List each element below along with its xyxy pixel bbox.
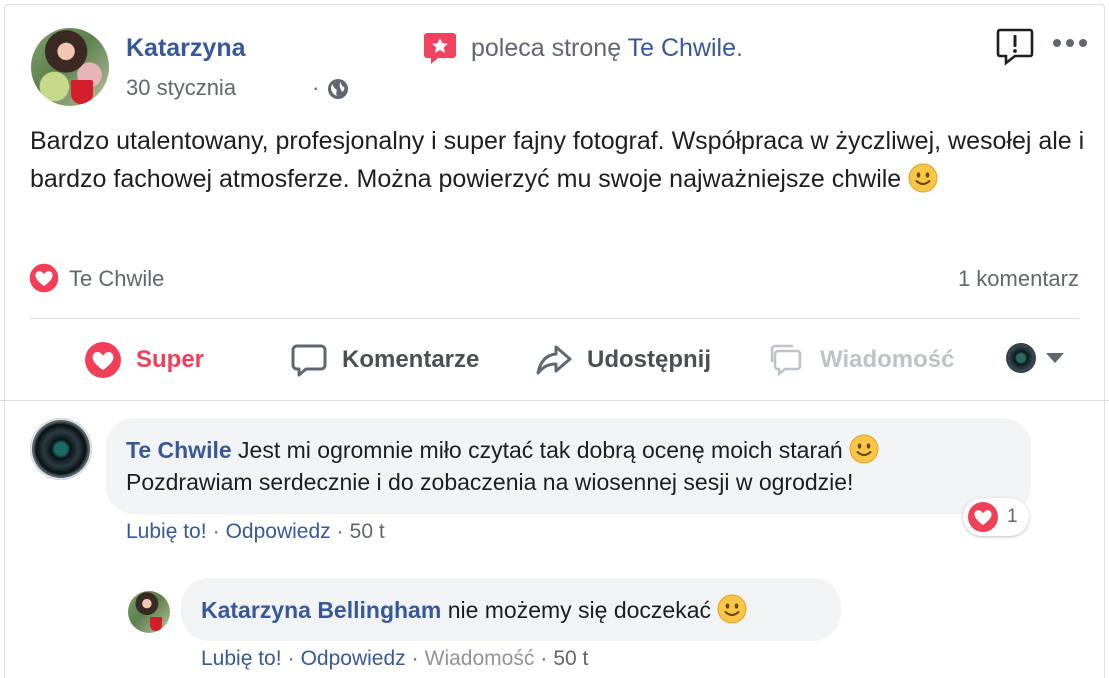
meta-separator: · (212, 520, 220, 543)
share-icon (536, 345, 572, 375)
commenter-avatar[interactable] (30, 418, 92, 480)
smiley-icon (908, 163, 938, 193)
message-link[interactable]: Wiadomość (425, 647, 535, 671)
report-icon[interactable] (995, 26, 1035, 66)
smiley-icon (717, 594, 747, 624)
like-link[interactable]: Lubię to! (126, 520, 207, 544)
reply-actions: Lubię to! · Odpowiedz · Wiadomość · 50 t (201, 647, 588, 671)
share-label: Udostępnij (587, 346, 711, 373)
message-button[interactable]: Wiadomość (768, 338, 954, 382)
heart-icon (968, 502, 998, 532)
persona-selector[interactable] (1006, 343, 1064, 373)
reply-author-avatar[interactable] (128, 591, 170, 633)
post-author-name[interactable]: Katarzyna (126, 34, 246, 63)
comment-text-line1: Jest mi ogromnie miło czytać tak dobrą o… (238, 437, 843, 463)
meta-separator: · (336, 520, 344, 543)
divider (30, 318, 1079, 319)
reply-link[interactable]: Odpowiedz (301, 647, 406, 671)
comment-time[interactable]: 50 t (350, 520, 385, 544)
reply-author[interactable]: Katarzyna Bellingham (201, 597, 441, 623)
reply-text: nie możemy się doczekać (447, 597, 712, 623)
reaction-count: 1 (1007, 506, 1018, 527)
reply-time[interactable]: 50 t (553, 647, 588, 671)
reply-bubble: Katarzyna Bellingham nie możemy się docz… (181, 578, 841, 641)
like-link[interactable]: Lubię to! (201, 647, 282, 671)
comment-icon (291, 344, 327, 377)
comment-bubble: Te Chwile Jest mi ogromnie miło czytać t… (106, 418, 1031, 514)
comment-reaction-count[interactable]: 1 (963, 498, 1029, 536)
meta-separator: · (540, 647, 548, 670)
super-label: Super (136, 346, 205, 373)
comment-button[interactable]: Komentarze (290, 338, 479, 382)
messenger-icon (770, 344, 802, 377)
reactor-name[interactable]: Te Chwile (69, 266, 164, 292)
comment-text-line2: Pozdrawiam serdecznie i do zobaczenia na… (126, 469, 854, 495)
comment-count-link[interactable]: 1 komentarz (958, 266, 1079, 292)
comment-label: Komentarze (342, 346, 480, 373)
page-link[interactable]: Te Chwile (628, 34, 736, 62)
heart-icon (85, 342, 121, 378)
comment-actions: Lubię to! · Odpowiedz · 50 t (126, 520, 385, 544)
page-avatar-small (1006, 343, 1036, 373)
more-options-icon[interactable] (1052, 36, 1088, 50)
author-avatar[interactable] (31, 28, 109, 106)
date-separator: · (312, 75, 320, 100)
recommends-prefix: poleca stronę (471, 34, 622, 62)
post-date[interactable]: 30 stycznia (126, 75, 236, 101)
meta-separator: · (411, 647, 419, 670)
super-button[interactable]: Super (84, 338, 204, 382)
recommendation-line: poleca stronę Te Chwile. (471, 34, 743, 63)
globe-icon[interactable] (326, 77, 350, 101)
chevron-down-icon (1046, 353, 1064, 363)
comments-divider (0, 400, 1109, 401)
recommend-icon (424, 33, 456, 64)
message-label: Wiadomość (820, 346, 955, 373)
comment-author[interactable]: Te Chwile (126, 437, 232, 463)
meta-separator: · (287, 647, 295, 670)
post-body: Bardzo utalentowany, profesjonalny i sup… (30, 122, 1090, 198)
smiley-icon (849, 434, 879, 464)
heart-reaction-icon[interactable] (28, 262, 60, 294)
share-button[interactable]: Udostępnij (535, 338, 711, 382)
recommends-suffix: . (735, 34, 743, 62)
reply-link[interactable]: Odpowiedz (226, 520, 331, 544)
